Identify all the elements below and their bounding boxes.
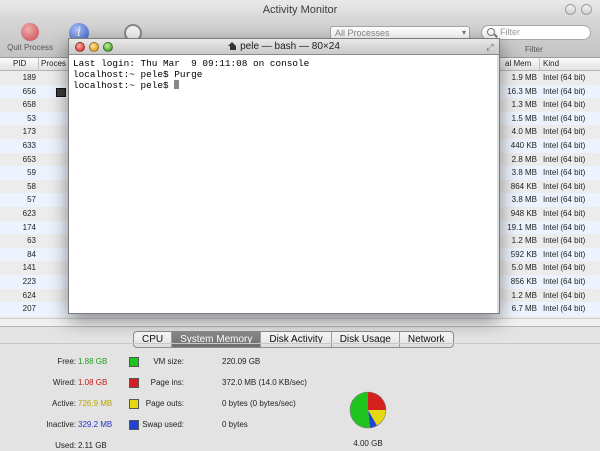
free-row: Free: 1.88 GB xyxy=(57,357,108,366)
kind-cell: Intel (64 bit) xyxy=(543,86,586,96)
free-label: Free: xyxy=(57,357,76,366)
kind-cell: Intel (64 bit) xyxy=(543,222,586,232)
kind-cell: Intel (64 bit) xyxy=(543,100,586,110)
vm-size-label: VM size: xyxy=(153,357,184,366)
pid-cell: 63 xyxy=(27,236,36,246)
inactive-value: 329.2 MB xyxy=(78,420,113,429)
kind-cell: Intel (64 bit) xyxy=(543,304,586,314)
pid-cell: 57 xyxy=(27,195,36,205)
used-value: 2.11 GB xyxy=(78,441,107,450)
terminal-prompt: localhost:~ pele$ xyxy=(73,80,175,91)
wired-value: 1.08 GB xyxy=(78,378,108,387)
kind-cell: Intel (64 bit) xyxy=(543,209,586,218)
terminal-titlebar[interactable]: pele — bash — 80×24 ⤢ xyxy=(69,39,499,55)
kind-cell: Intel (64 bit) xyxy=(543,113,586,123)
text-cursor xyxy=(174,80,180,89)
fullscreen-icon[interactable]: ⤢ xyxy=(485,42,495,52)
swap-used-value: 0 bytes xyxy=(222,420,248,429)
pid-cell: 656 xyxy=(22,86,36,96)
terminal-app-icon xyxy=(56,87,66,97)
home-folder-icon xyxy=(228,42,237,50)
kind-cell: Intel (64 bit) xyxy=(543,154,586,164)
active-label: Active: xyxy=(51,399,76,408)
column-header-real-mem[interactable]: al Mem xyxy=(505,59,531,68)
used-row: Used: 2.11 GB xyxy=(55,441,107,450)
filter-label: Filter xyxy=(525,45,543,54)
window-button-1[interactable] xyxy=(565,4,576,15)
kind-cell: Intel (64 bit) xyxy=(543,141,586,150)
pie-slice-free xyxy=(350,392,370,428)
zoom-button[interactable] xyxy=(103,42,113,52)
kind-cell: Intel (64 bit) xyxy=(543,127,586,137)
horizontal-scrollbar[interactable] xyxy=(0,318,600,326)
page-ins-label: Page ins: xyxy=(150,378,184,387)
kind-cell: Intel (64 bit) xyxy=(543,236,586,246)
terminal-window[interactable]: pele — bash — 80×24 ⤢ Last login: Thu Ma… xyxy=(68,38,500,314)
inactive-label: Inactive: xyxy=(46,420,76,429)
pid-cell: 173 xyxy=(22,127,36,137)
page-outs-value: 0 bytes (0 bytes/sec) xyxy=(222,399,296,408)
terminal-title: pele — bash — 80×24 xyxy=(240,41,340,52)
system-memory-panel: Free: 1.88 GB Wired: 1.08 GB Active: 726… xyxy=(0,343,600,451)
total-memory: 4.00 GB xyxy=(353,439,383,448)
column-divider xyxy=(38,58,39,71)
terminal-prompt-line: localhost:~ pele$ xyxy=(73,80,309,91)
pid-cell: 623 xyxy=(22,209,36,218)
kind-cell: Intel (64 bit) xyxy=(543,290,586,300)
kind-cell: Intel (64 bit) xyxy=(543,263,586,273)
memory-pie-chart xyxy=(349,391,387,429)
free-value: 1.88 GB xyxy=(78,357,108,366)
pid-cell: 633 xyxy=(22,141,36,150)
kind-cell: Intel (64 bit) xyxy=(543,249,586,259)
activity-monitor-titlebar: Activity Monitor xyxy=(0,0,600,20)
process-filter-value: All Processes xyxy=(335,28,390,38)
pid-cell: 174 xyxy=(22,222,36,232)
page-ins-value: 372.0 MB (14.0 KB/sec) xyxy=(222,378,307,387)
pid-cell: 653 xyxy=(22,154,36,164)
active-value: 726.9 MB xyxy=(78,399,113,408)
terminal-line: Last login: Thu Mar 9 09:11:08 on consol… xyxy=(73,58,310,69)
kind-cell: Intel (64 bit) xyxy=(543,168,586,178)
inactive-row: Inactive: 329.2 MB xyxy=(46,420,113,429)
column-header-kind[interactable]: Kind xyxy=(543,59,559,68)
quit-process-label: Quit Process xyxy=(7,43,53,52)
column-header-process[interactable]: Proces xyxy=(41,59,66,68)
minimize-button[interactable] xyxy=(89,42,99,52)
page-outs-label: Page outs: xyxy=(145,399,184,408)
search-icon xyxy=(487,28,495,36)
window-title: Activity Monitor xyxy=(262,4,338,16)
terminal-output[interactable]: Last login: Thu Mar 9 09:11:08 on consol… xyxy=(73,58,309,91)
terminal-scrollbar[interactable] xyxy=(497,55,499,313)
pid-cell: 58 xyxy=(27,181,36,191)
wired-label: Wired: xyxy=(52,378,76,387)
pid-cell: 84 xyxy=(27,249,36,259)
search-placeholder: Filter xyxy=(500,27,520,37)
window-controls xyxy=(565,4,592,15)
bottom-panel: CPU System Memory Disk Activity Disk Usage N… xyxy=(0,326,600,451)
quit-process-button[interactable]: Quit Process xyxy=(4,23,56,52)
vm-size-value: 220.09 GB xyxy=(222,357,261,366)
wired-row: Wired: 1.08 GB xyxy=(53,378,108,387)
window-button-2[interactable] xyxy=(581,4,592,15)
used-label: Used: xyxy=(55,441,76,450)
pid-cell: 223 xyxy=(22,277,36,286)
pid-cell: 59 xyxy=(27,168,36,178)
column-divider xyxy=(539,58,540,71)
kind-cell: Intel (64 bit) xyxy=(543,195,586,205)
kind-cell: Intel (64 bit) xyxy=(543,181,586,191)
kind-cell: Intel (64 bit) xyxy=(543,73,586,82)
pid-cell: 624 xyxy=(22,290,36,300)
pid-cell: 53 xyxy=(27,113,36,123)
pid-cell: 189 xyxy=(22,73,36,82)
active-row: Active: 726.9 MB xyxy=(52,399,113,408)
pid-cell: 658 xyxy=(22,100,36,110)
swap-used-label: Swap used: xyxy=(142,420,184,429)
pid-cell: 207 xyxy=(22,304,36,314)
close-button[interactable] xyxy=(75,42,85,52)
pid-cell: 141 xyxy=(22,263,36,273)
kind-cell: Intel (64 bit) xyxy=(543,277,586,286)
terminal-line: localhost:~ pele$ Purge xyxy=(73,69,203,80)
stop-icon xyxy=(21,23,39,41)
column-header-pid[interactable]: PID xyxy=(13,59,26,68)
